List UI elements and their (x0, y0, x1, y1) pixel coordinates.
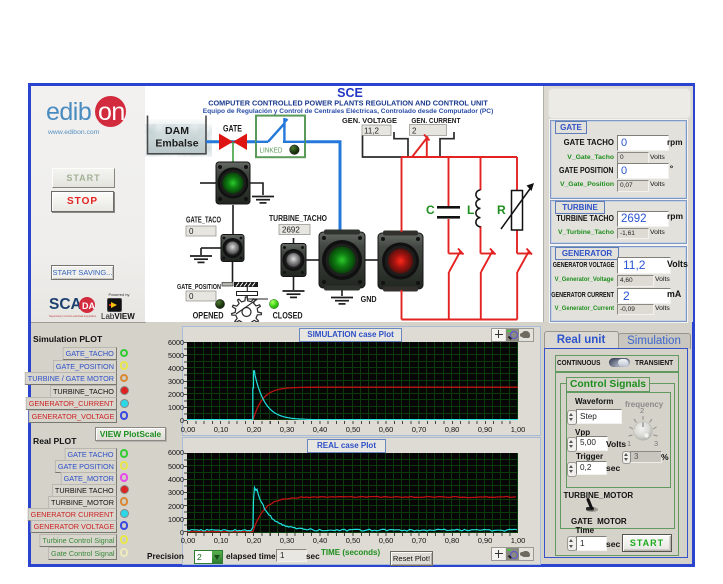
svg-text:11,2: 11,2 (364, 127, 380, 136)
svg-text:1: 1 (627, 439, 631, 448)
svg-text:3: 3 (654, 439, 658, 448)
svg-text:2692: 2692 (282, 226, 300, 235)
svg-text:L: L (467, 203, 474, 217)
svg-text:GEN. CURRENT: GEN. CURRENT (411, 116, 460, 125)
svg-text:COMPUTER CONTROLLED POWER PLAN: COMPUTER CONTROLLED POWER PLANTS REGULAT… (208, 99, 488, 108)
svg-text:Embalse: Embalse (155, 138, 198, 150)
svg-text:DAM: DAM (165, 125, 189, 137)
svg-text:OPENED: OPENED (193, 311, 224, 322)
svg-text:0: 0 (189, 292, 194, 301)
svg-text:GND: GND (361, 295, 377, 304)
svg-text:GEN. VOLTAGE: GEN. VOLTAGE (342, 116, 397, 125)
svg-text:C: C (426, 203, 435, 217)
svg-text:2: 2 (640, 406, 644, 415)
svg-text:LINKED: LINKED (260, 146, 283, 155)
svg-text:GATE_POSITION: GATE_POSITION (177, 282, 221, 291)
svg-text:GATE_TACO: GATE_TACO (186, 216, 221, 225)
svg-text:Equipo de Regulación y Control: Equipo de Regulación y Control de Centra… (203, 108, 494, 115)
svg-text:GATE: GATE (223, 124, 242, 134)
svg-text:R: R (497, 203, 506, 217)
svg-text:CLOSED: CLOSED (273, 311, 303, 322)
svg-text:TURBINE_TACHO: TURBINE_TACHO (269, 214, 327, 223)
svg-text:0: 0 (189, 227, 194, 236)
svg-text:2: 2 (412, 127, 417, 136)
